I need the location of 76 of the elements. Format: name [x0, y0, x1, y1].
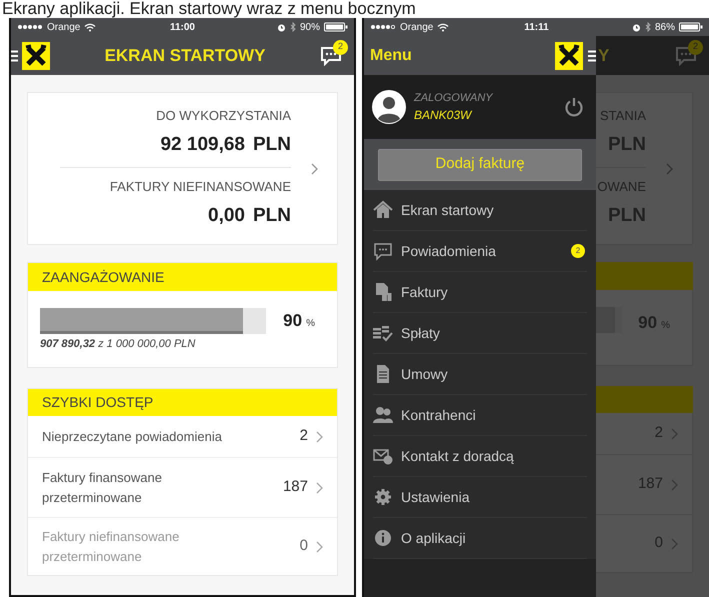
battery-icon — [678, 22, 703, 32]
row-label: Faktury finansowane przeterminowane — [42, 469, 163, 507]
menu-item[interactable]: Spłaty — [373, 313, 587, 354]
section-heading: ZAANGAŻOWANIE — [28, 263, 337, 291]
house-icon — [373, 200, 393, 220]
power-icon[interactable] — [564, 97, 584, 117]
unfinanced-currency: PLN — [253, 204, 291, 228]
chevron-icon — [666, 162, 672, 174]
settings-icon — [373, 487, 393, 507]
user-status: ZALOGOWANY — [414, 90, 494, 106]
menu-item[interactable]: Ustawienia — [373, 477, 587, 518]
row-count: 2 — [300, 426, 308, 446]
logo-icon — [22, 42, 50, 70]
signal-icon — [370, 23, 396, 31]
caption: Ekrany aplikacji. Ekran startowy wraz z menu bocznym — [1, 0, 417, 18]
chevron-icon — [671, 478, 678, 490]
chat-icon — [373, 241, 393, 261]
bluetooth-icon — [290, 22, 296, 32]
progress-bar-fragment — [596, 307, 622, 333]
chevron-icon — [671, 428, 678, 440]
documents-icon — [373, 282, 393, 302]
quick-access-row[interactable]: Nieprzeczytane powiadomienia 2 — [28, 416, 337, 457]
clock-time: 11:11 — [524, 22, 549, 32]
row-label: Nieprzeczytane powiadomienia — [42, 428, 223, 446]
notification-badge: 2 — [688, 40, 703, 54]
alarm-icon — [632, 22, 641, 32]
chevron-icon — [316, 482, 323, 494]
alarm-icon — [276, 22, 286, 32]
balance-label: DO WYKORZYSTANIA — [156, 107, 291, 125]
row-label: Faktury niefinansowane przeterminowane — [42, 528, 180, 566]
avatar-icon — [372, 90, 406, 124]
balance-amount: 92 109,68 — [160, 132, 245, 156]
battery-percent: 86% — [654, 20, 675, 34]
carrier-name: Orange — [400, 20, 434, 34]
battery-icon — [324, 22, 348, 32]
balance-card[interactable]: DO WYKORZYSTANIA 92 109,68 PLN FAKTURY NIEFINANSOWANE 0,00 PLN — [27, 92, 338, 245]
menu-title: Menu — [370, 46, 413, 66]
row-count: 0 — [300, 536, 308, 556]
row-count: 187 — [282, 477, 308, 498]
signal-icon — [17, 23, 43, 31]
menu-icon[interactable] — [11, 50, 19, 62]
chevron-icon — [671, 538, 678, 550]
notification-badge: 2 — [333, 40, 348, 54]
quick-access-row[interactable]: Faktury finansowane przeterminowane 187 — [28, 457, 337, 517]
coins-check-icon — [373, 323, 393, 343]
menu-item[interactable]: Kontrahenci — [373, 395, 587, 436]
menu-item[interactable]: Faktury — [373, 272, 587, 313]
info-icon — [373, 528, 393, 548]
unfinanced-label: FAKTURY NIEFINANSOWANE — [110, 178, 291, 196]
section-heading: SZYBKI DOSTĘP — [28, 389, 337, 416]
menu-item[interactable]: Powiadomienia 2 — [373, 231, 587, 272]
clock-time: 11:00 — [170, 22, 195, 32]
usage-text: 907 890,32 z 1 000 000,00 PLN — [40, 337, 196, 352]
percent-sign: % — [661, 319, 670, 333]
people-icon — [373, 405, 393, 425]
screen-title: EKRAN STARTOWY — [104, 44, 266, 67]
bluetooth-icon — [644, 22, 651, 32]
screen-title-fragment: Y — [598, 44, 610, 67]
menu-icon[interactable] — [587, 50, 596, 62]
menu-item[interactable]: Umowy — [373, 354, 587, 395]
carrier-name: Orange — [47, 20, 80, 34]
logo-icon — [555, 42, 583, 70]
percent-value: 90 — [283, 310, 302, 332]
chevron-icon — [310, 162, 318, 174]
menu-item[interactable]: Kontakt z doradcą — [373, 436, 587, 477]
chevron-icon — [316, 430, 323, 442]
notification-badge: 2 — [571, 244, 585, 258]
menu-item[interactable]: Ekran startowy — [373, 190, 587, 231]
percent-sign: % — [306, 317, 315, 332]
balance-currency: PLN — [253, 132, 291, 156]
chevron-icon — [316, 540, 323, 552]
user-name: BANK03W — [414, 107, 474, 124]
battery-percent: 90% — [300, 20, 320, 34]
wifi-icon — [84, 22, 96, 32]
wifi-icon — [437, 22, 450, 32]
unfinanced-amount: 0,00 — [208, 204, 245, 228]
